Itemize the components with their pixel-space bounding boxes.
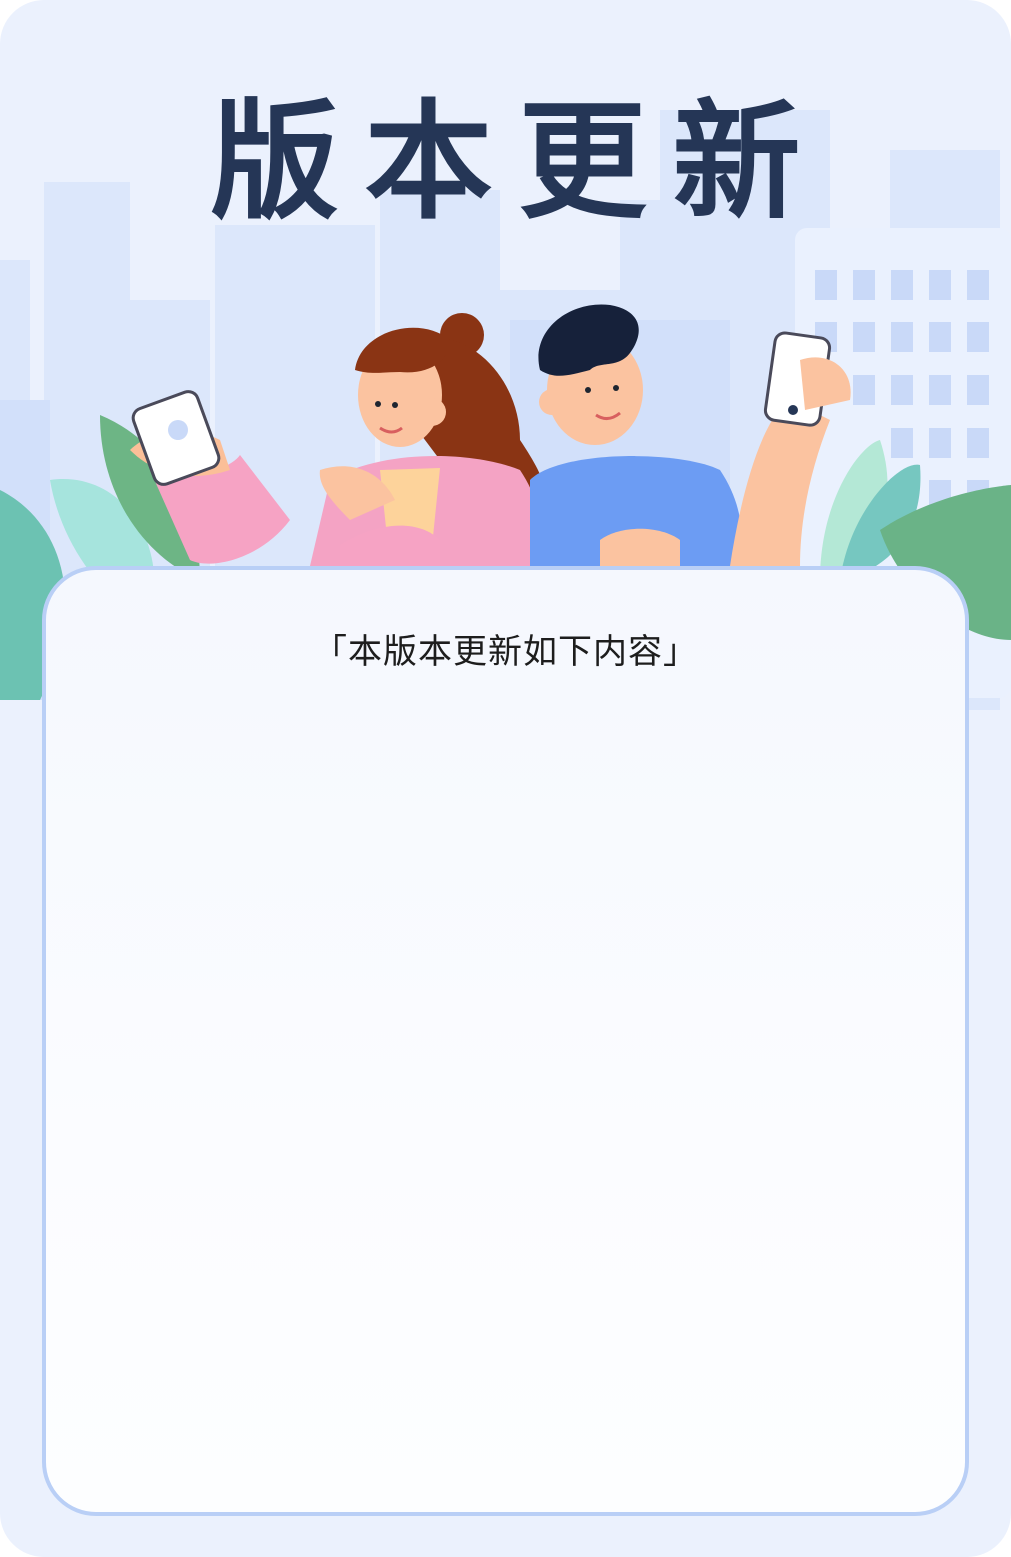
page-title: 版本更新 xyxy=(210,88,827,237)
update-card: 版本更新 「本版本更新如下内容」 xyxy=(0,0,1011,1557)
update-subtitle: 「本版本更新如下内容」 xyxy=(313,632,698,672)
update-content-panel: 「本版本更新如下内容」 xyxy=(42,566,969,1516)
